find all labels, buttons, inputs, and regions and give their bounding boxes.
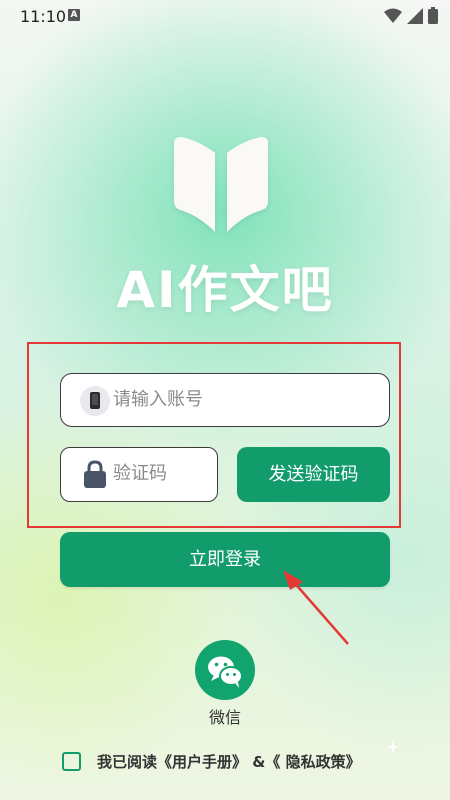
agreement-connector: & — [247, 753, 266, 771]
verification-code-field[interactable]: 验证码 — [60, 447, 218, 502]
annotation-arrow — [283, 570, 349, 645]
system-icons — [384, 7, 438, 24]
signal-icon — [407, 7, 423, 24]
account-field[interactable]: 请输入账号 — [60, 373, 390, 427]
user-manual-link[interactable]: 《用户手册》 — [157, 753, 247, 771]
status-bar: 11:10 A — [0, 0, 450, 34]
agreement-checkbox[interactable] — [62, 752, 81, 771]
agreement-prefix: 我已阅读 — [97, 753, 158, 771]
account-input[interactable]: 请输入账号 — [113, 374, 203, 425]
open-book-icon — [174, 137, 268, 232]
battery-icon — [428, 7, 438, 24]
privacy-policy-link[interactable]: 《 隐私政策》 — [265, 753, 360, 771]
verification-code-input[interactable]: 验证码 — [113, 448, 167, 500]
wechat-label: 微信 — [208, 708, 241, 727]
android-a-icon: A — [68, 9, 80, 21]
lock-icon — [84, 460, 106, 488]
sparkle-icon — [386, 740, 400, 754]
status-time: 11:10 — [20, 7, 67, 26]
app-name: AI作文吧 — [116, 261, 334, 319]
wechat-icon — [208, 656, 243, 688]
phone-icon — [80, 386, 110, 416]
wifi-icon — [384, 8, 402, 23]
agreement-text: 我已阅读《用户手册》 &《 隐私政策》 — [97, 751, 361, 772]
send-code-button[interactable]: 发送验证码 — [237, 447, 390, 502]
wechat-login-button[interactable] — [195, 640, 255, 700]
